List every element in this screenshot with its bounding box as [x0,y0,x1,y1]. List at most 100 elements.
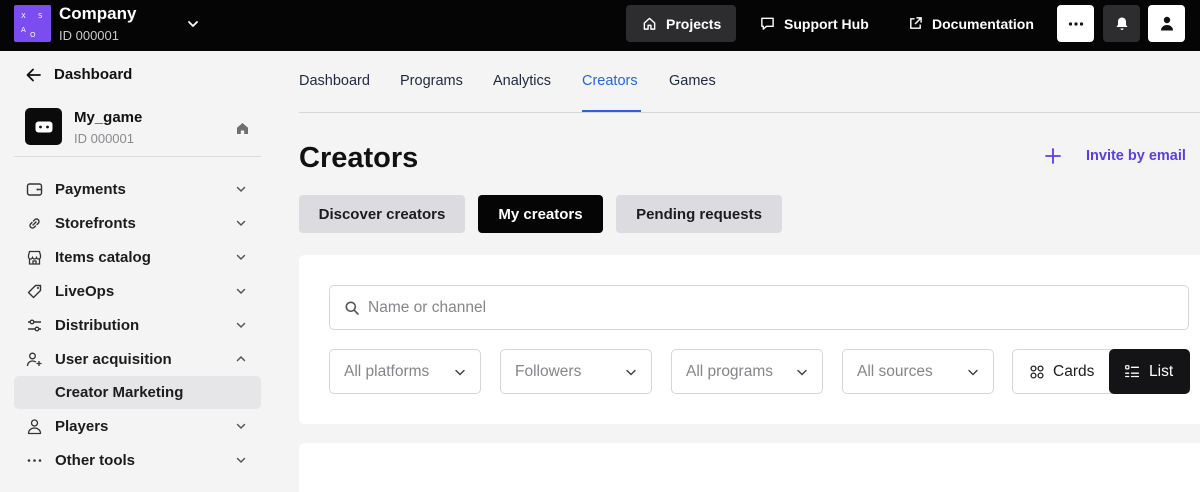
bell-icon [1116,17,1127,30]
sidebar-item-label: Items catalog [55,249,151,266]
tab-programs[interactable]: Programs [400,73,463,89]
arrow-left-icon [26,68,41,81]
search-icon [345,301,359,315]
person-icon [27,419,42,435]
cards-label: Cards [1053,362,1095,380]
programs-filter[interactable]: All programs [671,349,823,394]
chevron-down-icon [626,369,636,376]
logo-letter: O [30,31,36,39]
chat-bubble-icon [761,17,774,30]
support-hub-button[interactable]: Support Hub [758,5,882,42]
sidebar-divider [14,156,261,157]
results-panel [299,443,1200,492]
discover-creators-tab[interactable]: Discover creators [299,195,465,233]
chevron-down-icon [797,369,807,376]
sidebar-item-label: Creator Marketing [55,384,184,401]
user-menu-button[interactable] [1148,5,1185,42]
back-to-dashboard-link[interactable]: Dashboard [26,66,132,83]
sidebar-item-distribution[interactable]: Distribution [14,309,261,342]
cards-view-button[interactable]: Cards [1013,350,1109,393]
users-plus-icon [26,352,42,367]
grid-icon [1030,364,1044,379]
chevron-down-icon [236,423,246,430]
invite-label: Invite by email [1086,148,1186,164]
sidebar-item-label: Payments [55,181,126,198]
notifications-button[interactable] [1103,5,1140,42]
more-button[interactable] [1057,5,1094,42]
sidebar-item-label: User acquisition [55,351,172,368]
filter-label: Followers [515,363,582,380]
game-avatar [25,108,62,145]
sidebar-item-payments[interactable]: Payments [14,173,261,206]
back-label: Dashboard [54,66,133,83]
more-dots-icon [1068,21,1083,26]
filters-panel [299,255,1200,424]
documentation-label: Documentation [932,15,1034,32]
search-field[interactable] [329,285,1189,330]
sidebar-item-items-catalog[interactable]: Items catalog [14,241,261,274]
documentation-button[interactable]: Documentation [906,5,1046,42]
chevron-down-icon [236,220,246,227]
tab-analytics[interactable]: Analytics [493,73,551,89]
chevron-down-icon [236,186,246,193]
external-link-icon [910,17,922,29]
filter-label: All programs [686,363,773,380]
sources-filter[interactable]: All sources [842,349,994,394]
section-tabs: Dashboard Programs Analytics Creators Ga… [299,51,1200,113]
sidebar-item-label: Players [55,418,109,435]
game-id: ID 000001 [74,131,134,146]
chevron-down-icon[interactable] [185,16,201,32]
wallet-icon [26,183,43,196]
home-icon[interactable] [236,122,249,135]
sidebar-item-players[interactable]: Players [14,410,261,443]
sliders-icon [28,319,41,332]
game-name: My_game [74,109,143,126]
store-icon [27,250,42,265]
search-input[interactable] [368,296,1168,320]
company-logo[interactable]: X S A O [14,5,51,42]
logo-letter: X [21,12,26,20]
list-icon [1125,365,1139,378]
sidebar-item-liveops[interactable]: LiveOps [14,275,261,308]
chevron-up-icon [236,355,246,362]
gamepad-icon [35,121,52,132]
sidebar-item-label: Storefronts [55,215,136,232]
invite-by-email-button[interactable]: Invite by email [1044,147,1186,165]
sidebar-item-label: Distribution [55,317,140,334]
pending-requests-tab[interactable]: Pending requests [616,195,782,233]
plus-icon [1045,148,1061,164]
sidebar-item-user-acquisition[interactable]: User acquisition [14,343,261,376]
followers-filter[interactable]: Followers [500,349,652,394]
chevron-down-icon [455,369,465,376]
tab-games[interactable]: Games [669,73,716,89]
company-name[interactable]: Company [59,4,136,24]
chevron-down-icon [236,288,246,295]
filter-label: All platforms [344,363,430,380]
sidebar-item-label: LiveOps [55,283,115,300]
my-creators-tab[interactable]: My creators [478,195,603,233]
tab-creators[interactable]: Creators [582,73,638,89]
projects-button[interactable]: Projects [626,5,736,42]
logo-letter: A [21,26,26,34]
projects-label: Projects [666,15,722,32]
tab-dashboard[interactable]: Dashboard [299,73,370,89]
logo-letter: S [38,12,43,20]
sidebar-item-creator-marketing[interactable]: Creator Marketing [14,376,261,409]
sidebar-item-other-tools[interactable]: Other tools [14,444,261,477]
company-id: ID 000001 [59,28,119,43]
top-bar: X S A O Company ID 000001 Projects Suppo… [0,0,1200,51]
home-icon [643,17,656,30]
platforms-filter[interactable]: All platforms [329,349,481,394]
list-view-button[interactable]: List [1109,349,1190,394]
sidebar: Dashboard My_game ID 000001 Payments Sto… [0,51,275,492]
list-label: List [1149,362,1174,380]
sidebar-item-label: Other tools [55,452,136,469]
chevron-down-icon [236,322,246,329]
support-hub-label: Support Hub [784,15,869,32]
active-tab-indicator [582,110,641,112]
sidebar-item-storefronts[interactable]: Storefronts [14,207,261,240]
view-toggle: Cards List [1012,349,1190,394]
page-title: Creators [299,142,419,174]
chevron-down-icon [968,369,978,376]
filter-label: All sources [857,363,933,380]
